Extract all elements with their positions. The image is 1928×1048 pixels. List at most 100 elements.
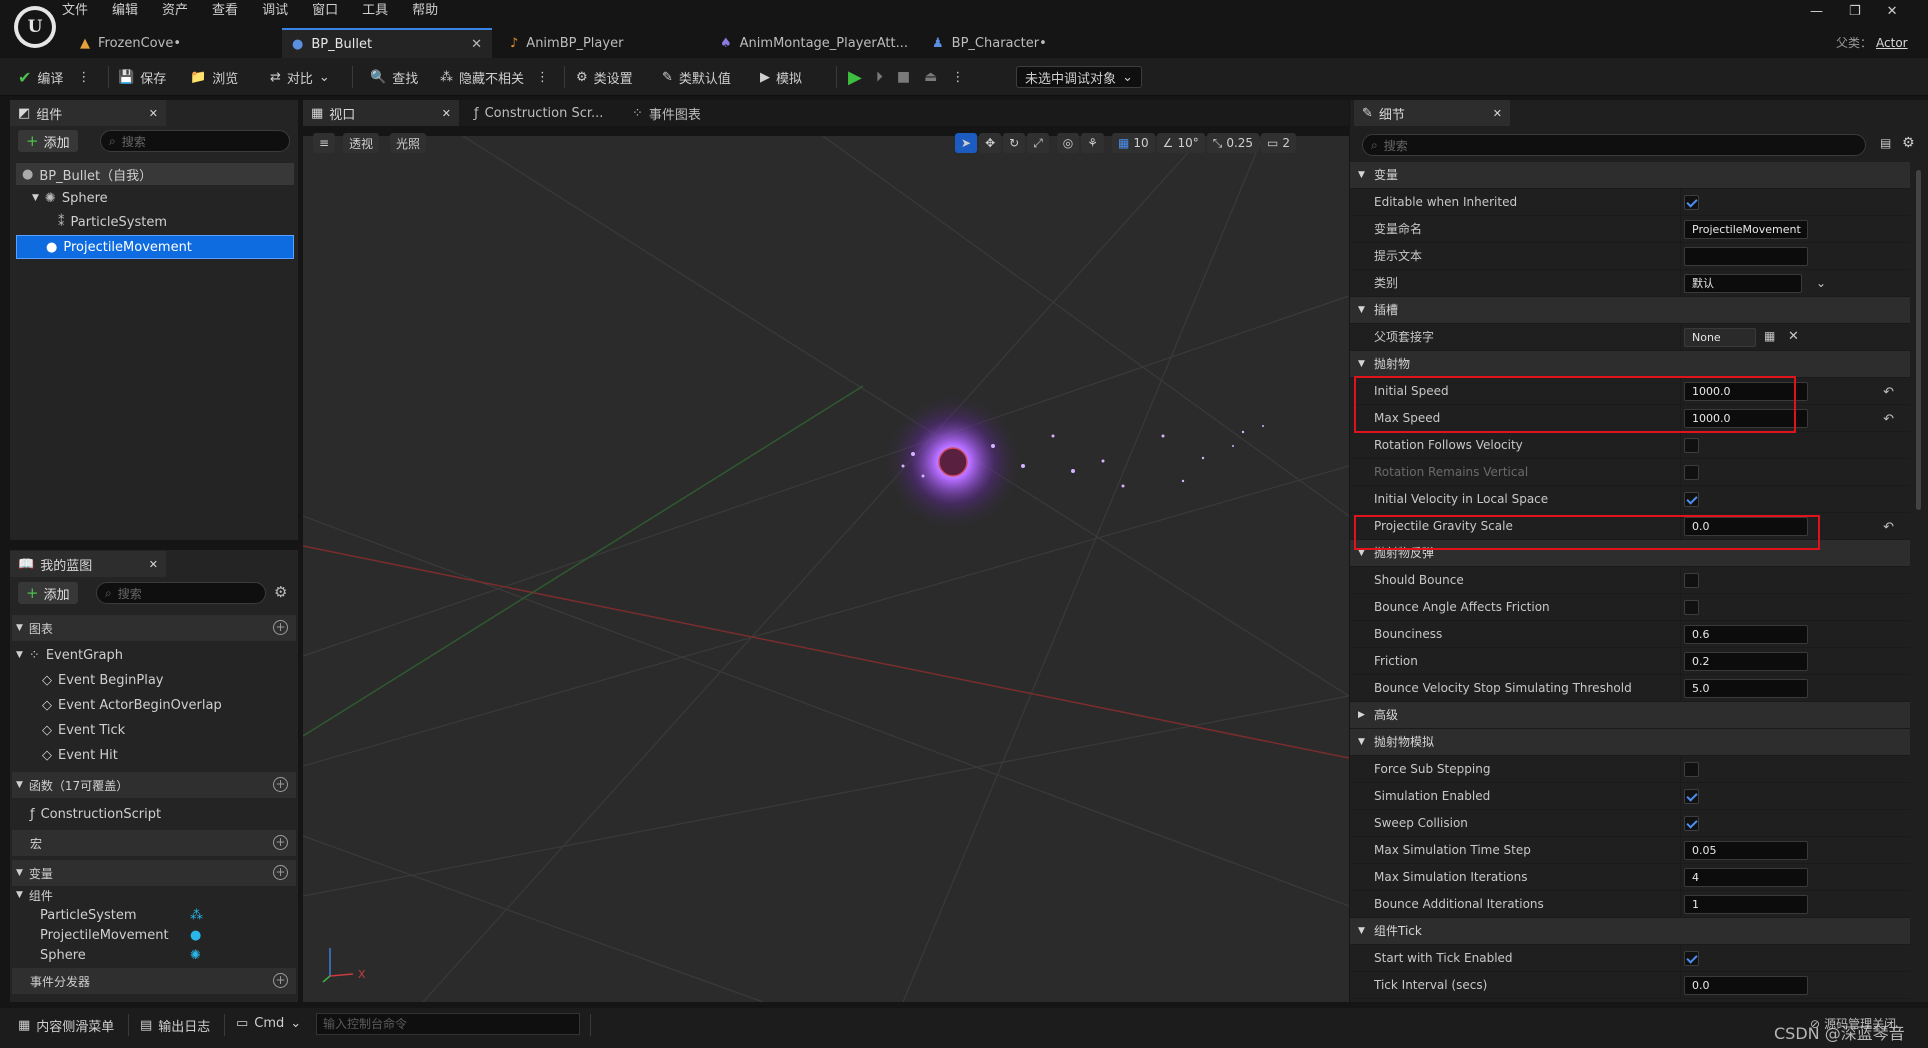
event-item[interactable]: ◇ Event Tick [42,719,125,741]
add-variable-icon[interactable]: + [273,865,288,880]
close-tab-icon[interactable]: ✕ [149,558,158,571]
property-value-field[interactable]: 5.0 [1684,679,1808,698]
compile-button[interactable]: ✔ 编译 ⋮ [18,66,90,88]
more-options-icon[interactable]: ⋮ [951,70,964,85]
details-settings-gear-icon[interactable]: ⚙ [1902,135,1915,151]
event-item[interactable]: ◇ Event BeginPlay [42,669,164,691]
scale-snap-button[interactable]: ⤡ 0.25 [1206,133,1260,153]
property-value-field[interactable] [1684,247,1808,266]
step-icon[interactable]: ⏵ [876,69,883,85]
parent-class-link[interactable]: Actor [1876,36,1908,50]
doc-tab-bp-character[interactable]: ♟ BP_Character• [922,28,1057,58]
scale-tool-icon[interactable]: ⤢ [1027,133,1049,153]
angle-snap-button[interactable]: ∠ 10° [1156,133,1205,153]
reset-to-default-icon[interactable]: ↶ [1883,412,1894,427]
menu-help[interactable]: 帮助 [400,0,450,22]
world-local-icon[interactable]: ◎ [1056,133,1080,153]
property-checkbox[interactable] [1684,438,1699,453]
property-combo-box[interactable]: 默认 [1684,274,1802,293]
rotate-tool-icon[interactable]: ↻ [1003,133,1026,153]
property-checkbox[interactable] [1684,816,1699,831]
diff-button[interactable]: ⇄ 对比 ⌄ [270,66,330,88]
doc-tab-bp-bullet[interactable]: ● BP_Bullet ✕ [282,28,492,58]
property-value-field[interactable]: 0.0 [1684,976,1808,995]
reset-to-default-icon[interactable]: ↶ [1883,520,1894,535]
settings-gear-icon[interactable]: ⚙ [274,583,287,601]
eventgraph-item[interactable]: ▼ ⁘ EventGraph [16,644,123,666]
details-category[interactable]: ▼ 抛射物 [1350,351,1910,378]
details-category[interactable]: ▼ 抛射物模拟 [1350,729,1910,756]
socket-browse-icon[interactable]: ▦ [1764,329,1775,343]
close-tab-icon[interactable]: ✕ [442,107,451,120]
details-category[interactable]: ▼ 变量 [1350,162,1910,189]
simulate-button[interactable]: ▶ 模拟 [760,66,802,88]
tab-my-blueprint[interactable]: 📖 我的蓝图 ✕ [10,551,166,577]
details-category[interactable]: ▶ 高级 [1350,702,1910,729]
grid-snap-button[interactable]: ▦ 10 [1112,133,1155,153]
variable-item[interactable]: ParticleSystem ⁂ [40,905,208,925]
add-member-button[interactable]: + 添加 [18,582,78,604]
variable-group[interactable]: ▼ 组件 [16,886,53,904]
menu-tools[interactable]: 工具 [350,0,400,22]
collapse-arrow-icon[interactable]: ▼ [32,193,39,203]
property-value-field[interactable]: 0.6 [1684,625,1808,644]
property-value-field[interactable]: 1 [1684,895,1808,914]
close-tab-icon[interactable]: ✕ [1493,107,1502,120]
close-tab-icon[interactable]: ✕ [149,107,158,120]
tab-viewport[interactable]: ▦ 视口 ✕ [303,100,459,126]
viewport-canvas[interactable]: X [303,136,1349,1002]
menu-edit[interactable]: 编辑 [100,0,150,22]
section-macros[interactable]: 宏 + [12,830,296,856]
class-defaults-button[interactable]: ✎ 类默认值 [662,66,731,88]
doc-tab-animmontage[interactable]: ♠ AnimMontage_PlayerAtt... [710,28,918,58]
chevron-down-icon[interactable]: ⌄ [1816,276,1826,290]
select-tool-icon[interactable]: ➤ [955,133,978,153]
output-log-button[interactable]: ▤ 输出日志 [140,1016,210,1035]
component-particlesystem[interactable]: ⁑ ParticleSystem [58,211,167,233]
property-checkbox[interactable] [1684,492,1699,507]
menu-view[interactable]: 查看 [200,0,250,22]
reset-to-default-icon[interactable]: ↶ [1883,385,1894,400]
property-checkbox[interactable] [1684,195,1699,210]
component-root[interactable]: ● BP_Bullet（自我） [22,163,152,185]
menu-debug[interactable]: 调试 [250,0,300,22]
event-item[interactable]: ◇ Event ActorBeginOverlap [42,694,222,716]
content-drawer-button[interactable]: ▦ 内容侧滑菜单 [18,1016,114,1035]
property-value-field[interactable]: 4 [1684,868,1808,887]
section-functions[interactable]: ▼ 函数（17可覆盖） + [12,772,296,798]
tab-construction-script[interactable]: ƒ Construction Scr... [466,100,611,126]
event-item[interactable]: ◇ Event Hit [42,744,118,766]
details-category[interactable]: ▼ 插槽 [1350,297,1910,324]
property-value-field[interactable]: 0.05 [1684,841,1808,860]
console-input[interactable]: 输入控制台命令 [316,1013,580,1035]
restore-icon[interactable]: ❐ [1849,4,1861,19]
minimize-icon[interactable]: — [1810,4,1823,19]
play-icon[interactable]: ▶ [848,67,862,88]
add-component-button[interactable]: + 添加 [18,130,78,152]
menu-asset[interactable]: 资产 [150,0,200,22]
add-dispatcher-icon[interactable]: + [273,973,288,988]
close-window-icon[interactable]: ✕ [1887,4,1898,19]
add-function-icon[interactable]: + [273,777,288,792]
surface-snap-icon[interactable]: ⚘ [1081,133,1105,153]
browse-button[interactable]: 📁 浏览 [190,66,238,88]
construction-script-item[interactable]: ƒ ConstructionScript [30,803,161,825]
section-variables[interactable]: ▼ 变量 + [12,860,296,886]
eject-icon[interactable]: ⏏ [924,69,937,85]
components-search-input[interactable]: ⌕ 搜索 [100,130,290,152]
cmd-dropdown[interactable]: ▭ Cmd ⌄ [236,1016,301,1031]
property-checkbox[interactable] [1684,573,1699,588]
socket-selector[interactable]: None [1684,328,1756,347]
more-options-icon[interactable]: ⋮ [77,70,90,85]
close-tab-icon[interactable]: ✕ [471,37,482,52]
more-options-icon[interactable]: ⋮ [536,70,549,85]
move-tool-icon[interactable]: ✥ [979,133,1002,153]
lit-mode-button[interactable]: 光照 [390,133,427,153]
hide-unrelated-button[interactable]: ⁂ 隐藏不相关 ⋮ [440,66,549,88]
details-scrollbar[interactable] [1916,170,1921,510]
section-graphs[interactable]: ▼ 图表 + [12,615,296,641]
add-graph-icon[interactable]: + [273,620,288,635]
section-dispatchers[interactable]: 事件分发器 + [12,968,296,994]
tab-event-graph[interactable]: ⁘ 事件图表 [624,100,709,126]
property-value-field[interactable]: 0.2 [1684,652,1808,671]
